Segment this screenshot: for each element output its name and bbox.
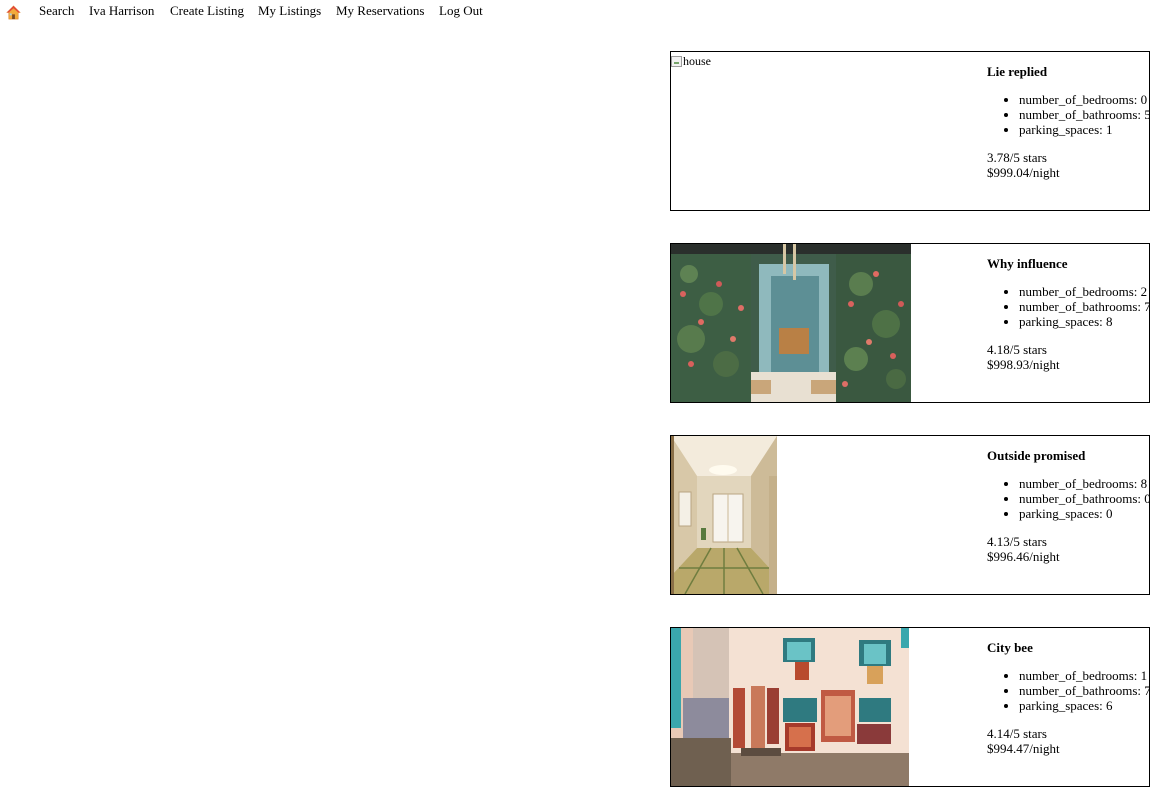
attr-parking: parking_spaces: 8 [1019,314,1149,329]
attr-parking: parking_spaces: 0 [1019,506,1149,521]
listing-card[interactable]: Outside promised number_of_bedrooms: 8 n… [670,435,1150,595]
listing-price: $999.04/night [987,165,1060,180]
listing-card[interactable]: Why influence number_of_bedrooms: 2 numb… [670,243,1150,403]
listing-rating: 4.18/5 stars [987,342,1047,357]
listing-card[interactable]: house Lie replied number_of_bedrooms: 0 … [670,51,1150,211]
listing-card[interactable]: City bee number_of_bedrooms: 1 number_of… [670,627,1150,787]
listing-attributes: number_of_bedrooms: 8 number_of_bathroom… [987,476,1149,521]
listing-rating: 4.13/5 stars [987,534,1047,549]
nav-user-link[interactable]: Iva Harrison [89,3,154,19]
top-nav: Search Iva Harrison Create Listing My Li… [0,0,1172,22]
broken-image-icon [671,56,682,67]
listing-rating: 4.14/5 stars [987,726,1047,741]
listing-rating: 3.78/5 stars [987,150,1047,165]
attr-parking: parking_spaces: 6 [1019,698,1149,713]
attr-bedrooms: number_of_bedrooms: 2 [1019,284,1149,299]
nav-my-reservations-link[interactable]: My Reservations [336,3,424,19]
listing-title[interactable]: Why influence [987,256,1068,272]
attr-bedrooms: number_of_bedrooms: 1 [1019,668,1149,683]
doorway-vines-photo [671,244,911,402]
listing-price: $996.46/night [987,549,1060,564]
attr-bathrooms: number_of_bathrooms: 7 [1019,683,1149,698]
nav-my-listings-link[interactable]: My Listings [258,3,321,19]
listing-price: $994.47/night [987,741,1060,756]
nav-search-link[interactable]: Search [39,3,74,19]
attr-bedrooms: number_of_bedrooms: 8 [1019,476,1149,491]
listing-image[interactable] [671,436,777,594]
attr-bathrooms: number_of_bathrooms: 0 [1019,491,1149,506]
attr-parking: parking_spaces: 1 [1019,122,1149,137]
listing-price: $998.93/night [987,357,1060,372]
nav-create-listing-link[interactable]: Create Listing [170,3,244,19]
listing-image[interactable]: house [671,52,971,210]
rug-courtyard-photo [671,628,909,786]
image-alt-text: house [683,54,711,68]
listing-image[interactable] [671,628,909,786]
broken-image-alt: house [671,54,711,69]
listing-attributes: number_of_bedrooms: 1 number_of_bathroom… [987,668,1149,713]
attr-bedrooms: number_of_bedrooms: 0 [1019,92,1149,107]
listing-title[interactable]: Outside promised [987,448,1085,464]
listing-attributes: number_of_bedrooms: 2 number_of_bathroom… [987,284,1149,329]
listing-title[interactable]: City bee [987,640,1033,656]
nav-logout-link[interactable]: Log Out [439,3,483,19]
listing-attributes: number_of_bedrooms: 0 number_of_bathroom… [987,92,1149,137]
attr-bathrooms: number_of_bathrooms: 5 [1019,107,1149,122]
tatami-room-photo [671,436,777,594]
listing-image[interactable] [671,244,911,402]
house-icon[interactable] [6,5,21,20]
listing-title[interactable]: Lie replied [987,64,1047,80]
attr-bathrooms: number_of_bathrooms: 7 [1019,299,1149,314]
